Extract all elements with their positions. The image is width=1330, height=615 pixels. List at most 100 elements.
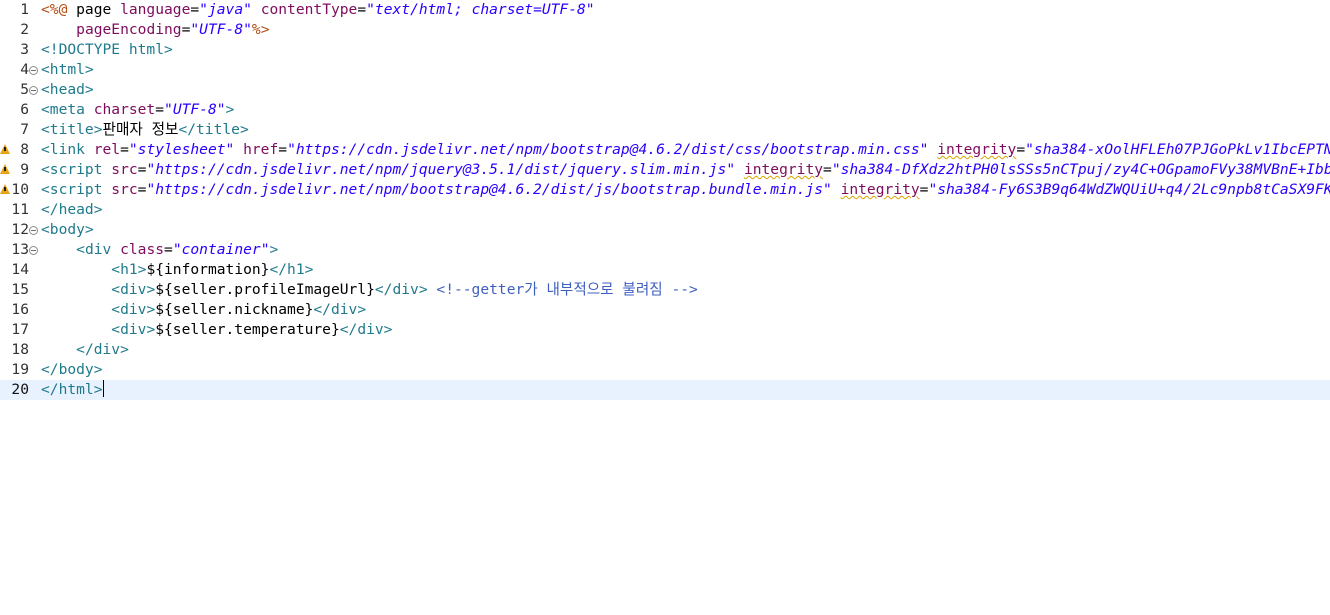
code-token: </title> bbox=[178, 121, 249, 138]
code-token: <div> bbox=[111, 301, 156, 318]
warning-icon[interactable] bbox=[0, 164, 10, 174]
code-token: "sha384-Fy6S3B9q64WdZWQUiU+q4/2Lc9npb8tC… bbox=[928, 181, 1330, 198]
line-number: 5 bbox=[20, 81, 29, 98]
line-code: <link rel="stylesheet" href="https://cdn… bbox=[41, 140, 1330, 160]
code-line[interactable]: 20 </html> bbox=[0, 380, 1330, 400]
line-number: 14 bbox=[11, 261, 29, 278]
line-code: <meta charset="UTF-8"> bbox=[41, 100, 234, 120]
code-token: = bbox=[164, 241, 173, 258]
code-line[interactable]: 12 <body> bbox=[0, 220, 1330, 240]
code-line[interactable]: 8 <link rel="stylesheet" href="https://cd… bbox=[0, 140, 1330, 160]
code-token: pageEncoding bbox=[76, 21, 182, 38]
code-token: <body> bbox=[41, 221, 94, 238]
code-token: "https://cdn.jsdelivr.net/npm/jquery@3.5… bbox=[146, 161, 736, 178]
code-token: "java" bbox=[199, 1, 252, 18]
code-token: href bbox=[243, 141, 279, 158]
line-gutter: 6 bbox=[0, 100, 40, 120]
code-token: > bbox=[225, 101, 235, 118]
line-code: <h1>${information}</h1> bbox=[41, 260, 313, 280]
code-line[interactable]: 6 <meta charset="UTF-8"> bbox=[0, 100, 1330, 120]
code-token: "https://cdn.jsdelivr.net/npm/bootstrap@… bbox=[146, 181, 832, 198]
code-token: ${seller.nickname} bbox=[155, 301, 314, 318]
fold-collapse-icon[interactable] bbox=[29, 66, 38, 75]
line-code: <div>${seller.temperature}</div> bbox=[41, 320, 392, 340]
code-line[interactable]: 17 <div>${seller.temperature}</div> bbox=[0, 320, 1330, 340]
warning-icon[interactable] bbox=[0, 184, 10, 194]
line-number: 19 bbox=[11, 361, 29, 378]
line-code: pageEncoding="UTF-8"%> bbox=[41, 20, 269, 40]
fold-collapse-icon[interactable] bbox=[29, 246, 38, 255]
code-line[interactable]: 3 <!DOCTYPE html> bbox=[0, 40, 1330, 60]
code-token: "sha384-DfXdz2htPH0lsSSs5nCTpuj/zy4C+OGp… bbox=[831, 161, 1330, 178]
line-code: </div> bbox=[41, 340, 129, 360]
code-token: integrity bbox=[937, 141, 1017, 158]
line-code: <script src="https://cdn.jsdelivr.net/np… bbox=[41, 180, 1330, 200]
code-token: <div bbox=[76, 241, 121, 258]
code-token: <html> bbox=[41, 61, 94, 78]
code-token: </div> bbox=[76, 341, 129, 358]
code-line[interactable]: 5 <head> bbox=[0, 80, 1330, 100]
code-token: <link bbox=[41, 141, 94, 158]
line-gutter: 4 bbox=[0, 60, 40, 80]
code-line[interactable]: 13 <div class="container"> bbox=[0, 240, 1330, 260]
code-token: integrity bbox=[743, 161, 824, 178]
line-gutter: 9 bbox=[0, 160, 40, 180]
line-number: 18 bbox=[11, 341, 29, 358]
code-token: <meta bbox=[41, 101, 94, 118]
code-token: </div> bbox=[339, 321, 393, 338]
code-line[interactable]: 16 <div>${seller.nickname}</div> bbox=[0, 300, 1330, 320]
code-line[interactable]: 18 </div> bbox=[0, 340, 1330, 360]
code-token: > bbox=[269, 241, 279, 258]
code-line[interactable]: 15 <div>${seller.profileImageUrl}</div> … bbox=[0, 280, 1330, 300]
code-line[interactable]: 9 <script src = "https://cdn.jsdelivr.net/n… bbox=[0, 160, 1330, 180]
line-number: 6 bbox=[20, 101, 29, 118]
code-line[interactable]: 4 <html> bbox=[0, 60, 1330, 80]
code-token: <h1> bbox=[111, 261, 147, 278]
code-line[interactable]: 14 <h1>${information}</h1> bbox=[0, 260, 1330, 280]
line-number: 10 bbox=[11, 181, 29, 198]
line-code: <div class="container"> bbox=[41, 240, 278, 260]
code-token: </h1> bbox=[269, 261, 314, 278]
code-token: = bbox=[278, 141, 288, 158]
code-line[interactable]: 2 pageEncoding="UTF-8"%> bbox=[0, 20, 1330, 40]
code-token: rel bbox=[93, 141, 121, 158]
code-token: = bbox=[823, 161, 832, 178]
warning-icon[interactable] bbox=[0, 144, 10, 154]
line-gutter: 19 bbox=[0, 360, 40, 380]
line-code: <div>${seller.profileImageUrl}</div> <!-… bbox=[41, 280, 698, 300]
line-gutter: 16 bbox=[0, 300, 40, 320]
line-gutter: 7 bbox=[0, 120, 40, 140]
code-token: <div> bbox=[111, 281, 156, 298]
code-token: ${seller.temperature} bbox=[155, 321, 340, 338]
line-gutter: 17 bbox=[0, 320, 40, 340]
code-line[interactable]: 11 </head> bbox=[0, 200, 1330, 220]
line-gutter: 8 bbox=[0, 140, 40, 160]
code-token: "UTF-8" bbox=[164, 101, 226, 118]
code-token: <!--getter가 내부적으로 불려짐 --> bbox=[436, 281, 698, 298]
line-number: 16 bbox=[11, 301, 29, 318]
code-token: "text/html; charset=UTF-8" bbox=[366, 1, 595, 18]
code-line[interactable]: 7 <title>판매자 정보</title> bbox=[0, 120, 1330, 140]
line-gutter: 10 bbox=[0, 180, 40, 200]
line-code: </head> bbox=[41, 200, 103, 220]
fold-collapse-icon[interactable] bbox=[29, 86, 38, 95]
code-line[interactable]: 10 <script src="https://cdn.jsdelivr.net/… bbox=[0, 180, 1330, 200]
line-number: 20 bbox=[11, 381, 29, 398]
code-token: %> bbox=[251, 21, 270, 38]
code-line[interactable]: 19 </body> bbox=[0, 360, 1330, 380]
code-editor[interactable]: 1 <%@ page language="java" contentType="t… bbox=[0, 0, 1330, 615]
line-code: <%@ page language="java" contentType="te… bbox=[41, 0, 595, 20]
code-line[interactable]: 1 <%@ page language="java" contentType="t… bbox=[0, 0, 1330, 20]
code-token: ${seller.profileImageUrl} bbox=[155, 281, 375, 298]
line-number: 17 bbox=[11, 321, 29, 338]
line-number: 15 bbox=[11, 281, 29, 298]
fold-collapse-icon[interactable] bbox=[29, 226, 38, 235]
code-token: <title> bbox=[41, 121, 103, 138]
